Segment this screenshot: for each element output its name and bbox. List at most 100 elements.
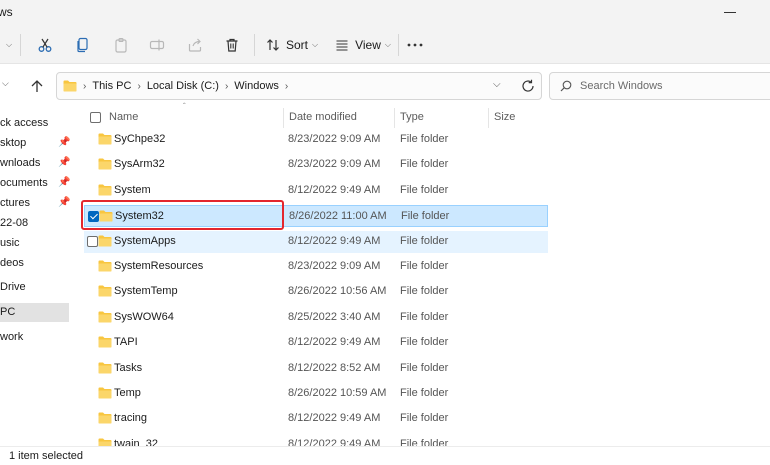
nav-item-documents[interactable]: ocuments xyxy=(0,174,48,192)
file-type: File folder xyxy=(400,336,449,348)
share-icon xyxy=(188,38,202,52)
file-name: System xyxy=(114,184,151,196)
table-row[interactable]: System32 8/26/2022 11:00 AM File folder xyxy=(84,205,548,227)
share-button[interactable] xyxy=(184,34,206,56)
table-row[interactable]: SyChpe32 8/23/2022 9:09 AM File folder xyxy=(84,129,548,151)
address-row: ⌵ › This PC › Local Disk (C:) › Windows … xyxy=(0,64,770,108)
nav-item-quick-access[interactable]: ck access xyxy=(0,114,48,132)
file-name: SysArm32 xyxy=(114,158,165,170)
file-type: File folder xyxy=(400,260,449,272)
more-icon xyxy=(407,43,423,47)
paste-button[interactable] xyxy=(110,34,132,56)
file-name: Tasks xyxy=(114,362,143,374)
row-checkbox[interactable] xyxy=(87,236,98,247)
column-divider[interactable] xyxy=(394,108,395,128)
folder-icon xyxy=(98,158,112,170)
nav-item-music[interactable]: usic xyxy=(0,234,20,252)
window-title: ws xyxy=(0,5,13,19)
file-name: SystemApps xyxy=(114,235,176,247)
title-bar: ws xyxy=(0,0,770,26)
column-header-date-modified[interactable]: Date modified xyxy=(289,108,357,128)
more-options-button[interactable] xyxy=(405,34,425,56)
column-header-size[interactable]: Size xyxy=(494,108,515,128)
cut-button[interactable] xyxy=(34,34,56,56)
view-button[interactable]: View ⌵ xyxy=(332,34,394,56)
column-divider[interactable] xyxy=(488,108,489,128)
sort-icon xyxy=(267,39,279,51)
search-input[interactable] xyxy=(580,80,760,92)
rename-button[interactable] xyxy=(146,34,168,56)
nav-item-network[interactable]: work xyxy=(0,328,23,346)
chevron-right-icon: › xyxy=(83,80,87,92)
chevron-down-icon: ⌵ xyxy=(311,40,319,49)
chevron-down-icon[interactable]: ⌵ xyxy=(2,78,9,89)
folder-icon xyxy=(98,362,112,374)
file-name: SysWOW64 xyxy=(114,311,174,323)
table-row[interactable]: System 8/12/2022 9:49 AM File folder xyxy=(84,180,548,202)
file-type: File folder xyxy=(400,158,449,170)
file-date-modified: 8/12/2022 9:49 AM xyxy=(288,235,381,247)
table-row[interactable]: tracing 8/12/2022 9:49 AM File folder xyxy=(84,408,548,430)
file-name: tracing xyxy=(114,412,148,424)
table-row[interactable]: SysWOW64 8/25/2022 3:40 AM File folder xyxy=(84,307,548,329)
folder-icon xyxy=(98,260,112,272)
sort-button[interactable]: Sort ⌵ xyxy=(264,34,320,56)
file-type: File folder xyxy=(400,412,449,424)
toolbar-separator xyxy=(254,34,255,56)
table-row[interactable]: SystemResources 8/23/2022 9:09 AM File fol… xyxy=(84,256,548,278)
delete-button[interactable] xyxy=(221,34,243,56)
table-row[interactable]: SystemTemp 8/26/2022 10:56 AM File folder xyxy=(84,281,548,303)
table-row[interactable]: Tasks 8/12/2022 8:52 AM File folder xyxy=(84,358,548,380)
column-header-name[interactable]: Name xyxy=(109,108,138,128)
table-row[interactable]: Temp 8/26/2022 10:59 AM File folder xyxy=(84,383,548,405)
folder-icon xyxy=(98,412,112,424)
minimize-button[interactable] xyxy=(724,12,736,13)
table-row[interactable]: SystemApps 8/12/2022 9:49 AM File folder xyxy=(84,231,548,253)
file-date-modified: 8/26/2022 11:00 AM xyxy=(289,210,387,222)
nav-item-folder-22-08[interactable]: 22-08 xyxy=(0,214,28,232)
column-divider[interactable] xyxy=(283,108,284,128)
nav-item-videos[interactable]: deos xyxy=(0,254,24,272)
file-name: SystemResources xyxy=(114,260,204,272)
address-bar[interactable]: › This PC › Local Disk (C:) › Windows › … xyxy=(56,72,542,100)
view-list-icon xyxy=(336,40,348,51)
folder-icon xyxy=(98,387,112,399)
file-date-modified: 8/26/2022 10:59 AM xyxy=(288,387,387,399)
sort-label: Sort xyxy=(285,38,308,52)
pin-icon: 📌 xyxy=(58,177,71,188)
trash-icon xyxy=(226,38,238,52)
breadcrumb-this-pc[interactable]: This PC xyxy=(92,80,131,92)
copy-button[interactable] xyxy=(72,34,94,56)
chevron-down-icon[interactable]: ⌵ xyxy=(493,79,501,90)
toolbar-separator xyxy=(398,34,399,56)
status-bar: 1 item selected xyxy=(0,446,770,465)
nav-item-desktop[interactable]: sktop xyxy=(0,134,26,152)
file-type: File folder xyxy=(400,387,449,399)
table-row[interactable]: SysArm32 8/23/2022 9:09 AM File folder xyxy=(84,154,548,176)
select-all-checkbox[interactable] xyxy=(90,112,101,123)
nav-item-downloads[interactable]: wnloads xyxy=(0,154,40,172)
nav-item-pictures[interactable]: ctures xyxy=(0,194,30,212)
scissors-icon xyxy=(38,38,52,52)
copy-icon xyxy=(77,37,88,53)
toolbar-separator xyxy=(20,34,21,56)
search-box[interactable] xyxy=(549,72,770,100)
nav-item-this-pc[interactable]: PC xyxy=(0,303,15,321)
row-checkbox[interactable] xyxy=(88,211,99,222)
new-dropdown-button[interactable]: ⌵ xyxy=(0,34,16,56)
nav-item-onedrive[interactable]: Drive xyxy=(0,278,26,296)
file-type: File folder xyxy=(400,235,449,247)
pin-icon: 📌 xyxy=(58,157,71,168)
refresh-icon[interactable] xyxy=(521,79,535,93)
file-type: File folder xyxy=(401,210,450,222)
table-row[interactable]: TAPI 8/12/2022 9:49 AM File folder xyxy=(84,332,548,354)
chevron-right-icon: › xyxy=(224,80,229,92)
up-arrow-icon[interactable] xyxy=(30,79,44,93)
file-type: File folder xyxy=(400,285,449,297)
file-type: File folder xyxy=(400,311,449,323)
rename-icon xyxy=(149,39,165,51)
column-header-type[interactable]: Type xyxy=(400,108,424,128)
folder-icon xyxy=(98,235,112,247)
breadcrumb-windows[interactable]: Windows xyxy=(234,80,279,92)
breadcrumb-local-disk[interactable]: Local Disk (C:) xyxy=(147,80,219,92)
